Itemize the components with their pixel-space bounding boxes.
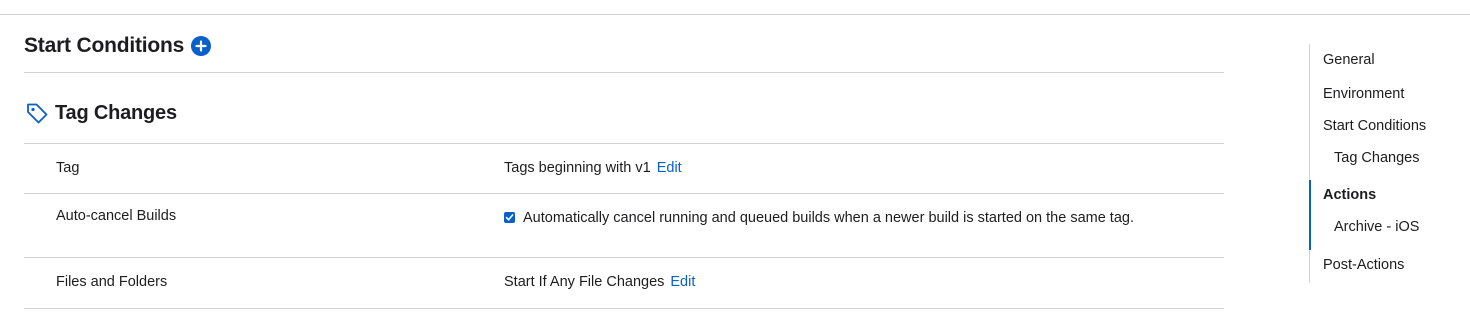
row-value-files: Start If Any File Changes Edit — [504, 274, 695, 290]
nav-item-post-actions[interactable]: Post-Actions — [1323, 257, 1404, 273]
nav-item-general[interactable]: General — [1323, 52, 1375, 68]
table-row: Files and Folders Start If Any File Chan… — [24, 257, 1224, 309]
row-value-tag: Tags beginning with v1 Edit — [504, 160, 682, 176]
section-header: Start Conditions — [24, 34, 212, 58]
row-label-files: Files and Folders — [56, 274, 168, 290]
edit-files-link[interactable]: Edit — [670, 274, 695, 290]
plus-icon — [195, 40, 207, 52]
edit-tag-link[interactable]: Edit — [657, 160, 682, 176]
auto-cancel-description: Automatically cancel running and queued … — [523, 210, 1134, 226]
tag-rule-text: Tags beginning with v1 — [504, 160, 651, 176]
table-row: Tag Tags beginning with v1 Edit — [24, 143, 1224, 193]
section-divider — [24, 72, 1224, 73]
nav-item-start-conditions[interactable]: Start Conditions — [1323, 118, 1426, 134]
nav-active-indicator — [1309, 180, 1311, 250]
row-label-auto-cancel: Auto-cancel Builds — [56, 208, 177, 224]
nav-item-actions[interactable]: Actions — [1323, 187, 1376, 203]
auto-cancel-checkbox[interactable] — [504, 212, 515, 223]
nav-item-archive-ios[interactable]: Archive - iOS — [1334, 219, 1419, 235]
side-navigation: General Environment Start Conditions Tag… — [1309, 44, 1459, 283]
row-value-auto-cancel: Automatically cancel running and queued … — [504, 208, 1164, 229]
subsection-title: Tag Changes — [55, 101, 177, 124]
files-rule-text: Start If Any File Changes — [504, 274, 665, 290]
settings-table: Tag Tags beginning with v1 Edit Auto-can… — [24, 143, 1224, 309]
checkmark-icon — [505, 214, 514, 221]
row-label-tag: Tag — [56, 160, 80, 176]
add-condition-icon[interactable] — [191, 36, 212, 56]
subsection-header: Tag Changes — [24, 100, 177, 126]
table-row: Auto-cancel Builds Automatically cancel … — [24, 193, 1224, 257]
top-divider — [0, 14, 1470, 15]
nav-item-tag-changes[interactable]: Tag Changes — [1334, 150, 1419, 166]
nav-item-environment[interactable]: Environment — [1323, 86, 1404, 102]
tag-icon — [24, 100, 50, 126]
section-title: Start Conditions — [24, 34, 185, 57]
